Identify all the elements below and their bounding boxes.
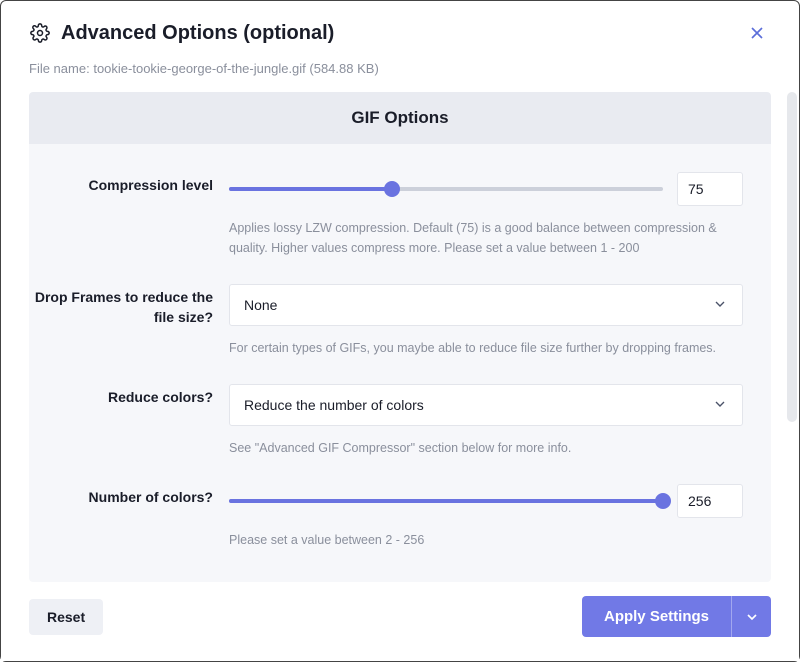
num-colors-input[interactable] — [677, 484, 743, 518]
row-num-colors: Number of colors? Please set a value bet… — [29, 484, 743, 550]
file-name-line: File name: tookie-tookie-george-of-the-j… — [1, 51, 799, 92]
file-name-value: tookie-tookie-george-of-the-jungle.gif (… — [93, 61, 378, 76]
close-icon[interactable] — [743, 19, 771, 47]
content-wrap: GIF Options Compression level Applies lo… — [1, 92, 799, 582]
num-colors-slider[interactable] — [229, 493, 663, 509]
apply-settings-button[interactable]: Apply Settings — [582, 596, 731, 637]
drop-frames-select[interactable]: None — [229, 284, 743, 326]
scrollbar[interactable] — [787, 92, 797, 422]
row-drop-frames: Drop Frames to reduce the file size? Non… — [29, 284, 743, 358]
gif-options-panel: GIF Options Compression level Applies lo… — [29, 92, 771, 582]
modal-footer: Reset Apply Settings — [1, 582, 799, 661]
drop-frames-value: None — [244, 297, 277, 313]
num-colors-label: Number of colors? — [29, 484, 229, 508]
compression-slider[interactable] — [229, 181, 663, 197]
compression-fill — [229, 187, 392, 191]
apply-split-button: Apply Settings — [582, 596, 771, 637]
drop-frames-hint: For certain types of GIFs, you maybe abl… — [229, 338, 743, 358]
compression-thumb[interactable] — [384, 181, 400, 197]
compression-input[interactable] — [677, 172, 743, 206]
apply-dropdown-button[interactable] — [731, 596, 771, 637]
compression-label: Compression level — [29, 172, 229, 196]
modal-title: Advanced Options (optional) — [61, 22, 334, 45]
reduce-colors-select[interactable]: Reduce the number of colors — [229, 384, 743, 426]
file-name-label: File name: — [29, 61, 90, 76]
chevron-down-icon — [712, 296, 728, 315]
row-compression: Compression level Applies lossy LZW comp… — [29, 172, 743, 258]
num-colors-thumb[interactable] — [655, 493, 671, 509]
drop-frames-label: Drop Frames to reduce the file size? — [29, 284, 229, 327]
modal-header: Advanced Options (optional) — [1, 1, 799, 51]
num-colors-fill — [229, 499, 663, 503]
reset-button[interactable]: Reset — [29, 599, 103, 635]
compression-hint: Applies lossy LZW compression. Default (… — [229, 218, 743, 258]
gear-icon — [29, 22, 51, 44]
row-reduce-colors: Reduce colors? Reduce the number of colo… — [29, 384, 743, 458]
num-colors-hint: Please set a value between 2 - 256 — [229, 530, 743, 550]
panel-title: GIF Options — [29, 92, 771, 144]
reduce-colors-hint: See "Advanced GIF Compressor" section be… — [229, 438, 743, 458]
reduce-colors-value: Reduce the number of colors — [244, 397, 424, 413]
chevron-down-icon — [712, 396, 728, 415]
reduce-colors-label: Reduce colors? — [29, 384, 229, 408]
